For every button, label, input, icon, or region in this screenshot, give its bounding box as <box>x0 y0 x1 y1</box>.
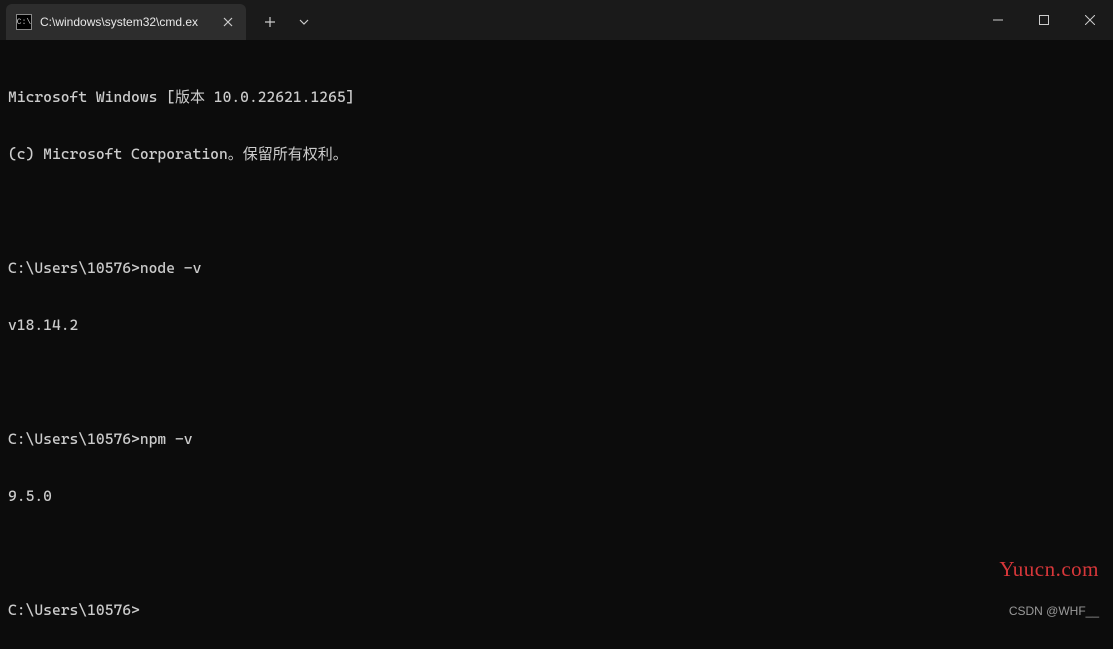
cmd-icon: C:\ <box>16 14 32 30</box>
terminal-line <box>8 202 1105 221</box>
terminal-output[interactable]: Microsoft Windows [版本 10.0.22621.1265] (… <box>0 40 1113 649</box>
terminal-prompt-line: C:\Users\10576> <box>8 601 1105 620</box>
maximize-button[interactable] <box>1021 0 1067 40</box>
terminal-line: C:\Users\10576>npm -v <box>8 430 1105 449</box>
tab-actions <box>254 0 320 40</box>
titlebar: C:\ C:\windows\system32\cmd.ex <box>0 0 1113 40</box>
tab-title: C:\windows\system32\cmd.ex <box>40 15 212 29</box>
terminal-line <box>8 373 1105 392</box>
terminal-line <box>8 544 1105 563</box>
close-button[interactable] <box>1067 0 1113 40</box>
minimize-button[interactable] <box>975 0 1021 40</box>
tab-close-button[interactable] <box>220 14 236 30</box>
window-controls <box>975 0 1113 40</box>
terminal-line: Microsoft Windows [版本 10.0.22621.1265] <box>8 88 1105 107</box>
tab-dropdown-button[interactable] <box>288 6 320 38</box>
titlebar-drag-area[interactable] <box>320 0 975 40</box>
terminal-line: 9.5.0 <box>8 487 1105 506</box>
terminal-line: C:\Users\10576>node -v <box>8 259 1105 278</box>
tab-cmd[interactable]: C:\ C:\windows\system32\cmd.ex <box>6 4 246 40</box>
terminal-prompt: C:\Users\10576> <box>8 601 140 619</box>
new-tab-button[interactable] <box>254 6 286 38</box>
watermark-site: Yuucn.com <box>999 557 1099 582</box>
watermark-author: CSDN @WHF__ <box>1009 604 1099 618</box>
terminal-line: (c) Microsoft Corporation。保留所有权利。 <box>8 145 1105 164</box>
terminal-line: v18.14.2 <box>8 316 1105 335</box>
